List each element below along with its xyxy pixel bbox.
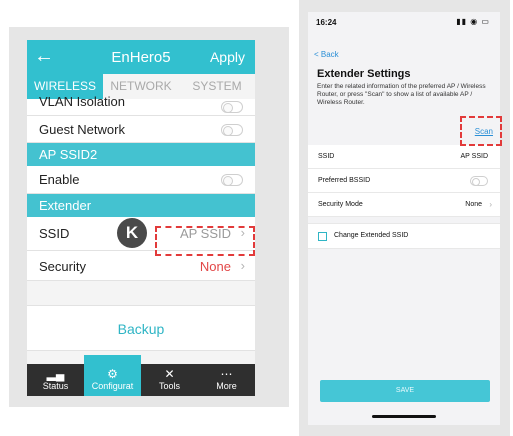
enable-label: Enable	[39, 172, 80, 187]
nav-configuration-label: Configurat	[91, 381, 134, 391]
nav-status-label: Status	[42, 381, 69, 391]
security-value: None	[199, 259, 231, 274]
highlight-box-ssid	[155, 226, 255, 256]
security-mode-row[interactable]: Security Mode None ›	[308, 193, 500, 217]
save-button[interactable]: SAVE	[320, 380, 490, 402]
nav-tools[interactable]: ✕ Tools	[141, 364, 198, 396]
chart-icon: ▂▄	[46, 367, 65, 381]
section-header-extender: Extender	[27, 194, 255, 217]
guest-network-label: Guest Network	[39, 122, 125, 137]
highlight-box-scan	[460, 116, 502, 146]
section-header-ap-ssid2: AP SSID2	[27, 143, 255, 166]
bottom-nav: ▂▄ Status ⚙ Configurat ✕ Tools ⋯ More	[27, 355, 255, 396]
home-indicator	[372, 415, 436, 418]
change-extended-ssid-checkbox[interactable]	[318, 232, 327, 241]
nav-configuration[interactable]: ⚙ Configurat	[84, 355, 141, 396]
apply-button[interactable]: Apply	[210, 49, 245, 65]
ssid-label: SSID	[39, 226, 70, 241]
left-app-screen: ← EnHero5 Apply WIRELESS NETWORK SYSTEM …	[27, 40, 255, 396]
security-mode-label: Security Mode	[318, 201, 363, 208]
ssid-row[interactable]: SSID AP SSID	[308, 145, 500, 169]
chevron-right-icon: ›	[489, 200, 492, 209]
extender-settings-list: SSID AP SSID Preferred BSSID Security Mo…	[308, 145, 500, 249]
more-dots-icon: ⋯	[220, 367, 233, 381]
preferred-bssid-label: Preferred BSSID	[318, 177, 371, 184]
app-header: ← EnHero5 Apply	[27, 40, 255, 74]
nav-tools-label: Tools	[158, 381, 180, 391]
ssid-value: AP SSID	[460, 153, 489, 160]
enable-toggle[interactable]	[221, 174, 243, 186]
security-label: Security	[39, 259, 86, 274]
status-time: 16:24	[316, 18, 337, 27]
page-description: Enter the related information of the pre…	[317, 83, 486, 106]
change-extended-ssid-row[interactable]: Change Extended SSID	[308, 223, 500, 249]
back-link[interactable]: < Back	[314, 50, 339, 59]
step-marker-badge: K	[117, 218, 147, 248]
right-app-screen: 16:24 ▮▮ ◉ ▭ < Back Extender Settings En…	[308, 12, 500, 425]
tools-icon: ✕	[164, 367, 175, 381]
nav-more-label: More	[216, 381, 237, 391]
signal-wifi-battery-icon: ▮▮ ◉ ▭	[456, 17, 490, 26]
backup-button[interactable]: Backup	[27, 305, 255, 351]
list-spacer	[27, 281, 255, 305]
gear-icon: ⚙	[107, 367, 118, 381]
nav-more[interactable]: ⋯ More	[198, 364, 255, 396]
nav-status[interactable]: ▂▄ Status	[27, 364, 84, 396]
guest-network-toggle[interactable]	[221, 124, 243, 136]
chevron-right-icon: ›	[240, 258, 245, 273]
change-extended-ssid-label: Change Extended SSID	[334, 232, 409, 239]
enable-row: Enable	[27, 166, 255, 194]
security-mode-value: None	[465, 201, 482, 208]
vlan-isolation-row: VLAN Isolation	[27, 94, 255, 116]
guest-network-row: Guest Network	[27, 116, 255, 143]
ssid-label: SSID	[318, 153, 335, 160]
screenshot-stage: ← EnHero5 Apply WIRELESS NETWORK SYSTEM …	[0, 0, 513, 436]
vlan-isolation-toggle[interactable]	[221, 101, 243, 113]
preferred-bssid-row: Preferred BSSID	[308, 169, 500, 193]
vlan-isolation-label: VLAN Isolation	[39, 94, 125, 109]
preferred-bssid-toggle[interactable]	[470, 176, 488, 186]
tab-system[interactable]: SYSTEM	[179, 74, 255, 99]
page-title: Extender Settings	[317, 68, 411, 80]
